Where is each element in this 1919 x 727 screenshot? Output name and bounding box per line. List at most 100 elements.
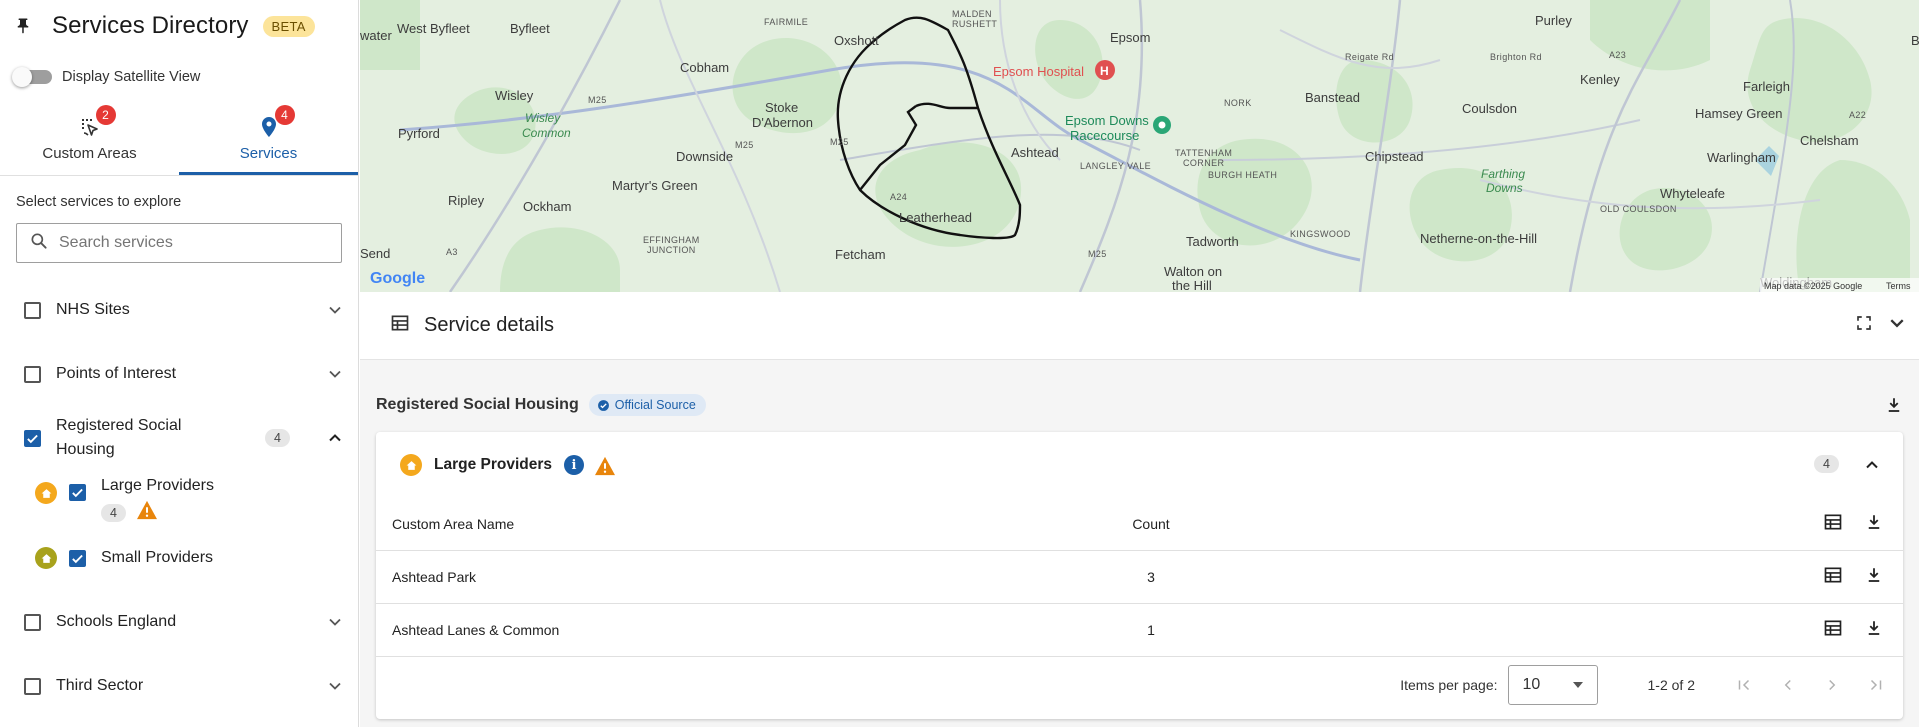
svg-text:Ockham: Ockham bbox=[523, 199, 571, 214]
svg-text:M25: M25 bbox=[1088, 249, 1107, 259]
row-actions bbox=[1226, 602, 1903, 656]
items-per-page-select[interactable]: 10 bbox=[1507, 664, 1598, 705]
app-title: Services Directory bbox=[52, 12, 249, 39]
satellite-toggle[interactable] bbox=[12, 67, 52, 87]
svg-text:Epsom Downs: Epsom Downs bbox=[1065, 113, 1149, 128]
official-source-label: Official Source bbox=[614, 398, 696, 412]
svg-text:B: B bbox=[1911, 33, 1919, 48]
category-nhs-sites[interactable]: NHS Sites bbox=[0, 278, 358, 342]
column-header-count[interactable]: Count bbox=[1076, 498, 1226, 550]
chevron-down-icon[interactable] bbox=[1889, 315, 1905, 336]
chevron-down-icon[interactable] bbox=[328, 679, 342, 693]
warning-icon[interactable] bbox=[136, 500, 158, 525]
sidebar-header: Services Directory BETA bbox=[0, 0, 358, 52]
svg-text:Walton on: Walton on bbox=[1164, 264, 1222, 279]
tab-custom-areas[interactable]: 2 Custom Areas bbox=[0, 102, 179, 175]
category-third-sector[interactable]: Third Sector bbox=[0, 654, 358, 718]
svg-text:KINGSWOOD: KINGSWOOD bbox=[1290, 229, 1351, 239]
chevron-down-icon[interactable] bbox=[328, 367, 342, 381]
svg-text:D'Abernon: D'Abernon bbox=[752, 115, 813, 130]
tab-services[interactable]: 4 Services bbox=[179, 102, 358, 175]
table-view-icon[interactable] bbox=[1823, 512, 1843, 535]
provider-card-header[interactable]: Large Providers i 4 bbox=[376, 432, 1903, 498]
chevron-up-icon[interactable] bbox=[1865, 458, 1879, 477]
warning-icon[interactable] bbox=[594, 456, 616, 476]
services-instructions: Select services to explore bbox=[16, 194, 182, 210]
next-page-icon[interactable] bbox=[1823, 676, 1841, 694]
checkbox-checked[interactable] bbox=[69, 549, 86, 567]
subcategory-label: Large Providers bbox=[101, 477, 214, 494]
service-details-header[interactable]: Service details bbox=[360, 292, 1919, 360]
section-heading: Registered Social Housing Official Sourc… bbox=[376, 392, 706, 418]
category-schools-england[interactable]: Schools England bbox=[0, 590, 358, 654]
download-icon[interactable] bbox=[1885, 396, 1903, 419]
column-header-name[interactable]: Custom Area Name bbox=[376, 498, 1076, 550]
cell-count: 1 bbox=[1076, 602, 1226, 656]
provider-card-title: Large Providers bbox=[434, 456, 553, 473]
chevron-down-icon[interactable] bbox=[328, 615, 342, 629]
map-view[interactable]: H Byfleet West Byfleet water Wisley Wisl… bbox=[360, 0, 1919, 292]
subcategory-small-providers[interactable]: Small Providers bbox=[0, 526, 358, 590]
map-canvas[interactable]: H Byfleet West Byfleet water Wisley Wisl… bbox=[360, 0, 1919, 292]
table-row[interactable]: Ashtead Lanes & Common 1 bbox=[376, 602, 1903, 656]
map-attribution: Map data ©2025 Google bbox=[1764, 281, 1862, 291]
sidebar: Services Directory BETA Display Satellit… bbox=[0, 0, 359, 727]
checkbox[interactable] bbox=[24, 613, 41, 631]
category-label-line2: Housing bbox=[56, 441, 115, 458]
items-per-page-value: 10 bbox=[1522, 675, 1541, 693]
info-icon[interactable]: i bbox=[564, 455, 585, 475]
tab-label: Custom Areas bbox=[42, 145, 137, 162]
official-source-chip: Official Source bbox=[588, 394, 706, 416]
svg-text:M25: M25 bbox=[588, 95, 607, 105]
chevron-down-icon[interactable] bbox=[328, 303, 342, 317]
previous-page-icon[interactable] bbox=[1779, 676, 1797, 694]
category-registered-social-housing[interactable]: Registered Social Housing 4 bbox=[0, 406, 358, 470]
epsom-hospital-marker[interactable]: H bbox=[1095, 60, 1115, 80]
table-view-icon[interactable] bbox=[1823, 565, 1843, 588]
satellite-toggle-label: Display Satellite View bbox=[62, 69, 201, 85]
svg-text:Warlingham: Warlingham bbox=[1707, 150, 1776, 165]
category-points-of-interest[interactable]: Points of Interest bbox=[0, 342, 358, 406]
category-label: Points of Interest bbox=[56, 365, 177, 382]
checkbox[interactable] bbox=[24, 365, 41, 383]
svg-text:Farthing: Farthing bbox=[1481, 167, 1525, 181]
category-label: NHS Sites bbox=[56, 301, 130, 318]
svg-text:Racecourse: Racecourse bbox=[1070, 128, 1139, 143]
map-terms-link[interactable]: Terms bbox=[1886, 281, 1911, 291]
svg-text:the Hill: the Hill bbox=[1172, 278, 1212, 292]
chevron-up-icon[interactable] bbox=[328, 431, 342, 445]
verified-icon bbox=[597, 399, 609, 411]
download-icon[interactable] bbox=[1865, 619, 1883, 640]
checkbox-checked[interactable] bbox=[69, 484, 86, 501]
racecourse-marker[interactable] bbox=[1153, 116, 1171, 134]
svg-text:MALDEN: MALDEN bbox=[952, 9, 992, 19]
custom-area-table: Custom Area Name Count Ashtead Park 3 As… bbox=[376, 498, 1903, 656]
svg-text:Byfleet: Byfleet bbox=[510, 21, 550, 36]
svg-text:BURGH HEATH: BURGH HEATH bbox=[1208, 170, 1277, 180]
search-box[interactable] bbox=[16, 223, 342, 263]
fullscreen-icon[interactable] bbox=[1855, 314, 1873, 337]
push-pin-icon[interactable] bbox=[14, 17, 32, 35]
svg-text:A22: A22 bbox=[1849, 110, 1866, 120]
svg-text:Reigate Rd: Reigate Rd bbox=[1345, 52, 1394, 62]
subcategory-count-badge: 4 bbox=[101, 503, 126, 522]
category-label-line1: Registered Social bbox=[56, 417, 182, 434]
first-page-icon[interactable] bbox=[1735, 676, 1753, 694]
download-icon[interactable] bbox=[1865, 513, 1883, 534]
search-input[interactable] bbox=[59, 234, 319, 252]
table-row[interactable]: Ashtead Park 3 bbox=[376, 549, 1903, 603]
svg-text:Chipstead: Chipstead bbox=[1365, 149, 1424, 164]
download-icon[interactable] bbox=[1865, 566, 1883, 587]
checkbox[interactable] bbox=[24, 677, 41, 695]
tab-label: Services bbox=[239, 145, 298, 162]
header-actions-cell bbox=[1226, 498, 1903, 550]
checkbox[interactable] bbox=[24, 301, 41, 319]
subcategory-text: Large Providers 4 bbox=[101, 476, 214, 525]
checkbox-checked[interactable] bbox=[24, 429, 41, 447]
satellite-toggle-row[interactable]: Display Satellite View bbox=[0, 52, 358, 102]
table-view-icon[interactable] bbox=[1823, 618, 1843, 641]
subcategory-large-providers[interactable]: Large Providers 4 bbox=[0, 470, 358, 534]
service-details-title: Service details bbox=[424, 314, 555, 336]
svg-text:Banstead: Banstead bbox=[1305, 90, 1360, 105]
last-page-icon[interactable] bbox=[1867, 676, 1885, 694]
